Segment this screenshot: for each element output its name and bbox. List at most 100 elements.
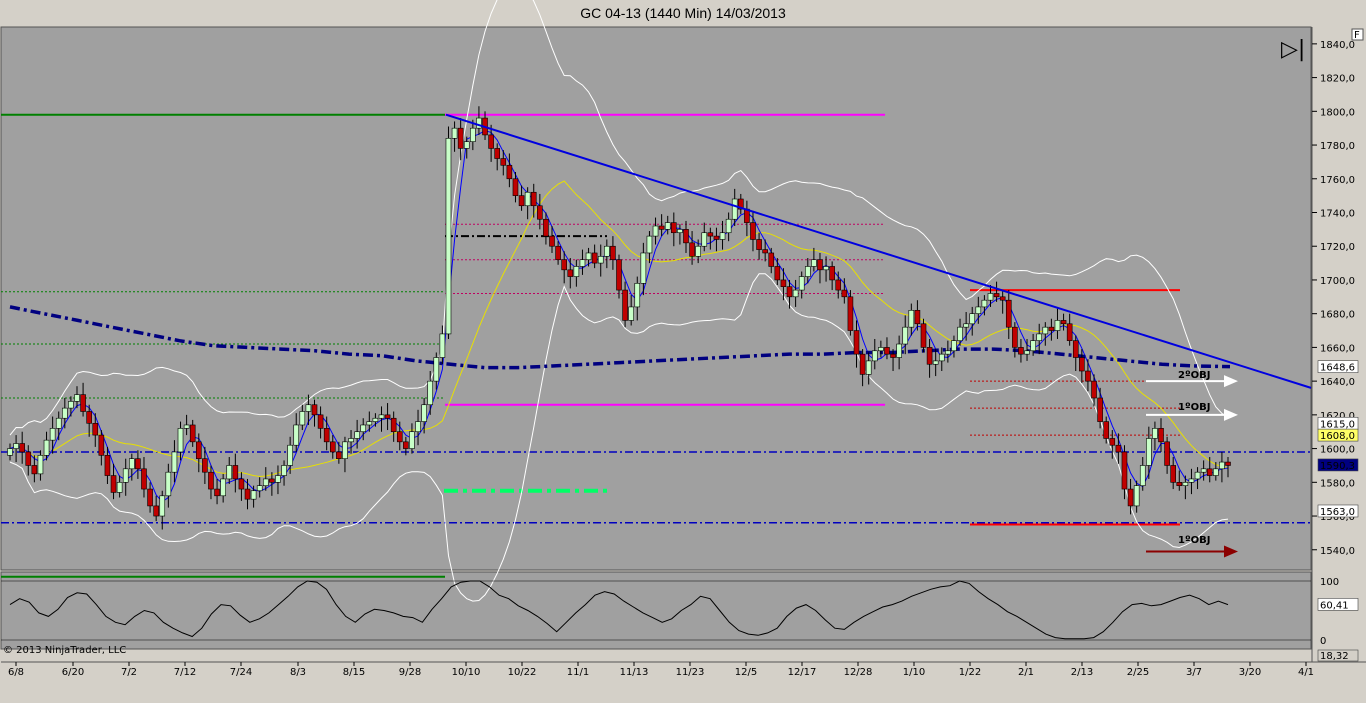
candle-body [671, 222, 677, 234]
y-tick-label: 1640,0 [1320, 377, 1355, 388]
candle-body [817, 259, 823, 271]
candle-body [220, 478, 226, 497]
candle-body [1085, 370, 1091, 382]
candle-body [750, 222, 756, 240]
candle-body [195, 441, 202, 460]
y-tick-label: 1840,0 [1320, 40, 1355, 51]
x-tick-label: 8/15 [343, 667, 365, 678]
x-tick-label: 1/22 [959, 667, 981, 678]
candle-body [1005, 299, 1012, 328]
candle-body [275, 475, 281, 483]
candle-body [153, 505, 159, 517]
candle-body [561, 259, 567, 271]
candle-body [725, 218, 732, 234]
candle-body [1121, 451, 1128, 490]
candle-body [951, 340, 957, 352]
candle-body [13, 443, 19, 449]
candle-body [829, 266, 835, 281]
candle-body [549, 235, 555, 247]
candle-body [835, 279, 842, 291]
candle-body [165, 471, 172, 497]
price-chart[interactable]: 2ºOBJ 1ºOBJ 1ºOBJ 1840,0 1820,0 1800,0 1780,0… [0, 0, 1366, 703]
candle-body [451, 127, 458, 139]
candle-body [506, 164, 513, 180]
price-tag-label: 1648,6 [1320, 363, 1355, 374]
candle-body [762, 249, 768, 254]
candle-body [1030, 340, 1036, 352]
candle-body [1079, 357, 1085, 372]
candle-body [707, 232, 714, 237]
candle-body [1109, 438, 1116, 446]
x-tick-label: 1/10 [903, 667, 925, 678]
x-tick-label: 4/1 [1298, 667, 1314, 678]
y-tick-label: 1720,0 [1320, 242, 1355, 253]
candle-body [616, 259, 622, 291]
candle-body [457, 127, 464, 149]
candle-body [1219, 461, 1225, 470]
candle-body [1048, 326, 1055, 331]
candle-body [1188, 478, 1195, 483]
candle-body [311, 404, 318, 416]
price-tag-label: 1563,0 [1320, 507, 1355, 518]
candle-body [859, 353, 866, 375]
candle-body [884, 347, 890, 355]
candle-body [232, 465, 239, 480]
candle-body [49, 428, 56, 441]
candle-body [640, 252, 647, 284]
candle-body [409, 431, 415, 449]
candle-body [865, 360, 872, 375]
x-tick-label: 9/28 [399, 667, 421, 678]
candle-body [878, 347, 884, 352]
price-panel [0, 26, 1312, 571]
candle-body [1194, 471, 1201, 480]
osc-tick-label: 0 [1320, 636, 1326, 647]
candle-body [256, 485, 263, 492]
candle-body [591, 252, 598, 264]
price-axis: 1840,0 1820,0 1800,0 1780,0 1760,0 1740,0 1720… [1312, 40, 1355, 557]
candle-body [1133, 485, 1140, 507]
candle-body [293, 424, 300, 446]
y-tick-label: 1600,0 [1320, 445, 1355, 456]
candle-body [683, 229, 689, 244]
candle-body [1012, 326, 1018, 348]
candle-body [920, 323, 927, 348]
candle-body [43, 439, 50, 456]
candle-body [604, 245, 610, 257]
price-tag-label: 1590,3 [1320, 461, 1355, 472]
candle-body [80, 394, 86, 412]
candle-body [129, 458, 135, 470]
obj-label: 2ºOBJ [1178, 370, 1210, 381]
candle-body [1091, 380, 1097, 399]
candle-body [68, 401, 74, 409]
candle-body [719, 232, 726, 240]
candle-body [329, 441, 336, 453]
candle-body [92, 422, 99, 436]
candle-body [104, 455, 111, 476]
x-tick-label: 11/1 [567, 667, 589, 678]
candle-body [756, 239, 762, 250]
candle-body [847, 296, 854, 331]
oscillator-panel [0, 571, 1312, 650]
candle-body [701, 232, 708, 247]
candle-body [494, 148, 501, 159]
candle-body [731, 198, 738, 220]
candle-body [238, 478, 245, 490]
candle-body [841, 289, 848, 298]
candle-body [1066, 323, 1073, 341]
candle-body [567, 269, 574, 277]
x-tick-label: 7/2 [121, 667, 137, 678]
candle-body [55, 417, 62, 429]
x-tick-label: 7/24 [230, 667, 252, 678]
candle-body [463, 141, 470, 149]
y-tick-label: 1800,0 [1320, 107, 1355, 118]
candle-body [372, 417, 379, 422]
candle-body [342, 441, 348, 460]
candle-body [299, 411, 306, 426]
x-tick-label: 12/5 [735, 667, 757, 678]
candle-body [1170, 465, 1176, 483]
candle-body [427, 380, 434, 406]
play-icon[interactable]: ▷| [1281, 37, 1305, 62]
osc-secondary-label: 18,32 [1320, 651, 1349, 662]
x-tick-label: 10/22 [508, 667, 537, 678]
candle-body [135, 458, 141, 470]
